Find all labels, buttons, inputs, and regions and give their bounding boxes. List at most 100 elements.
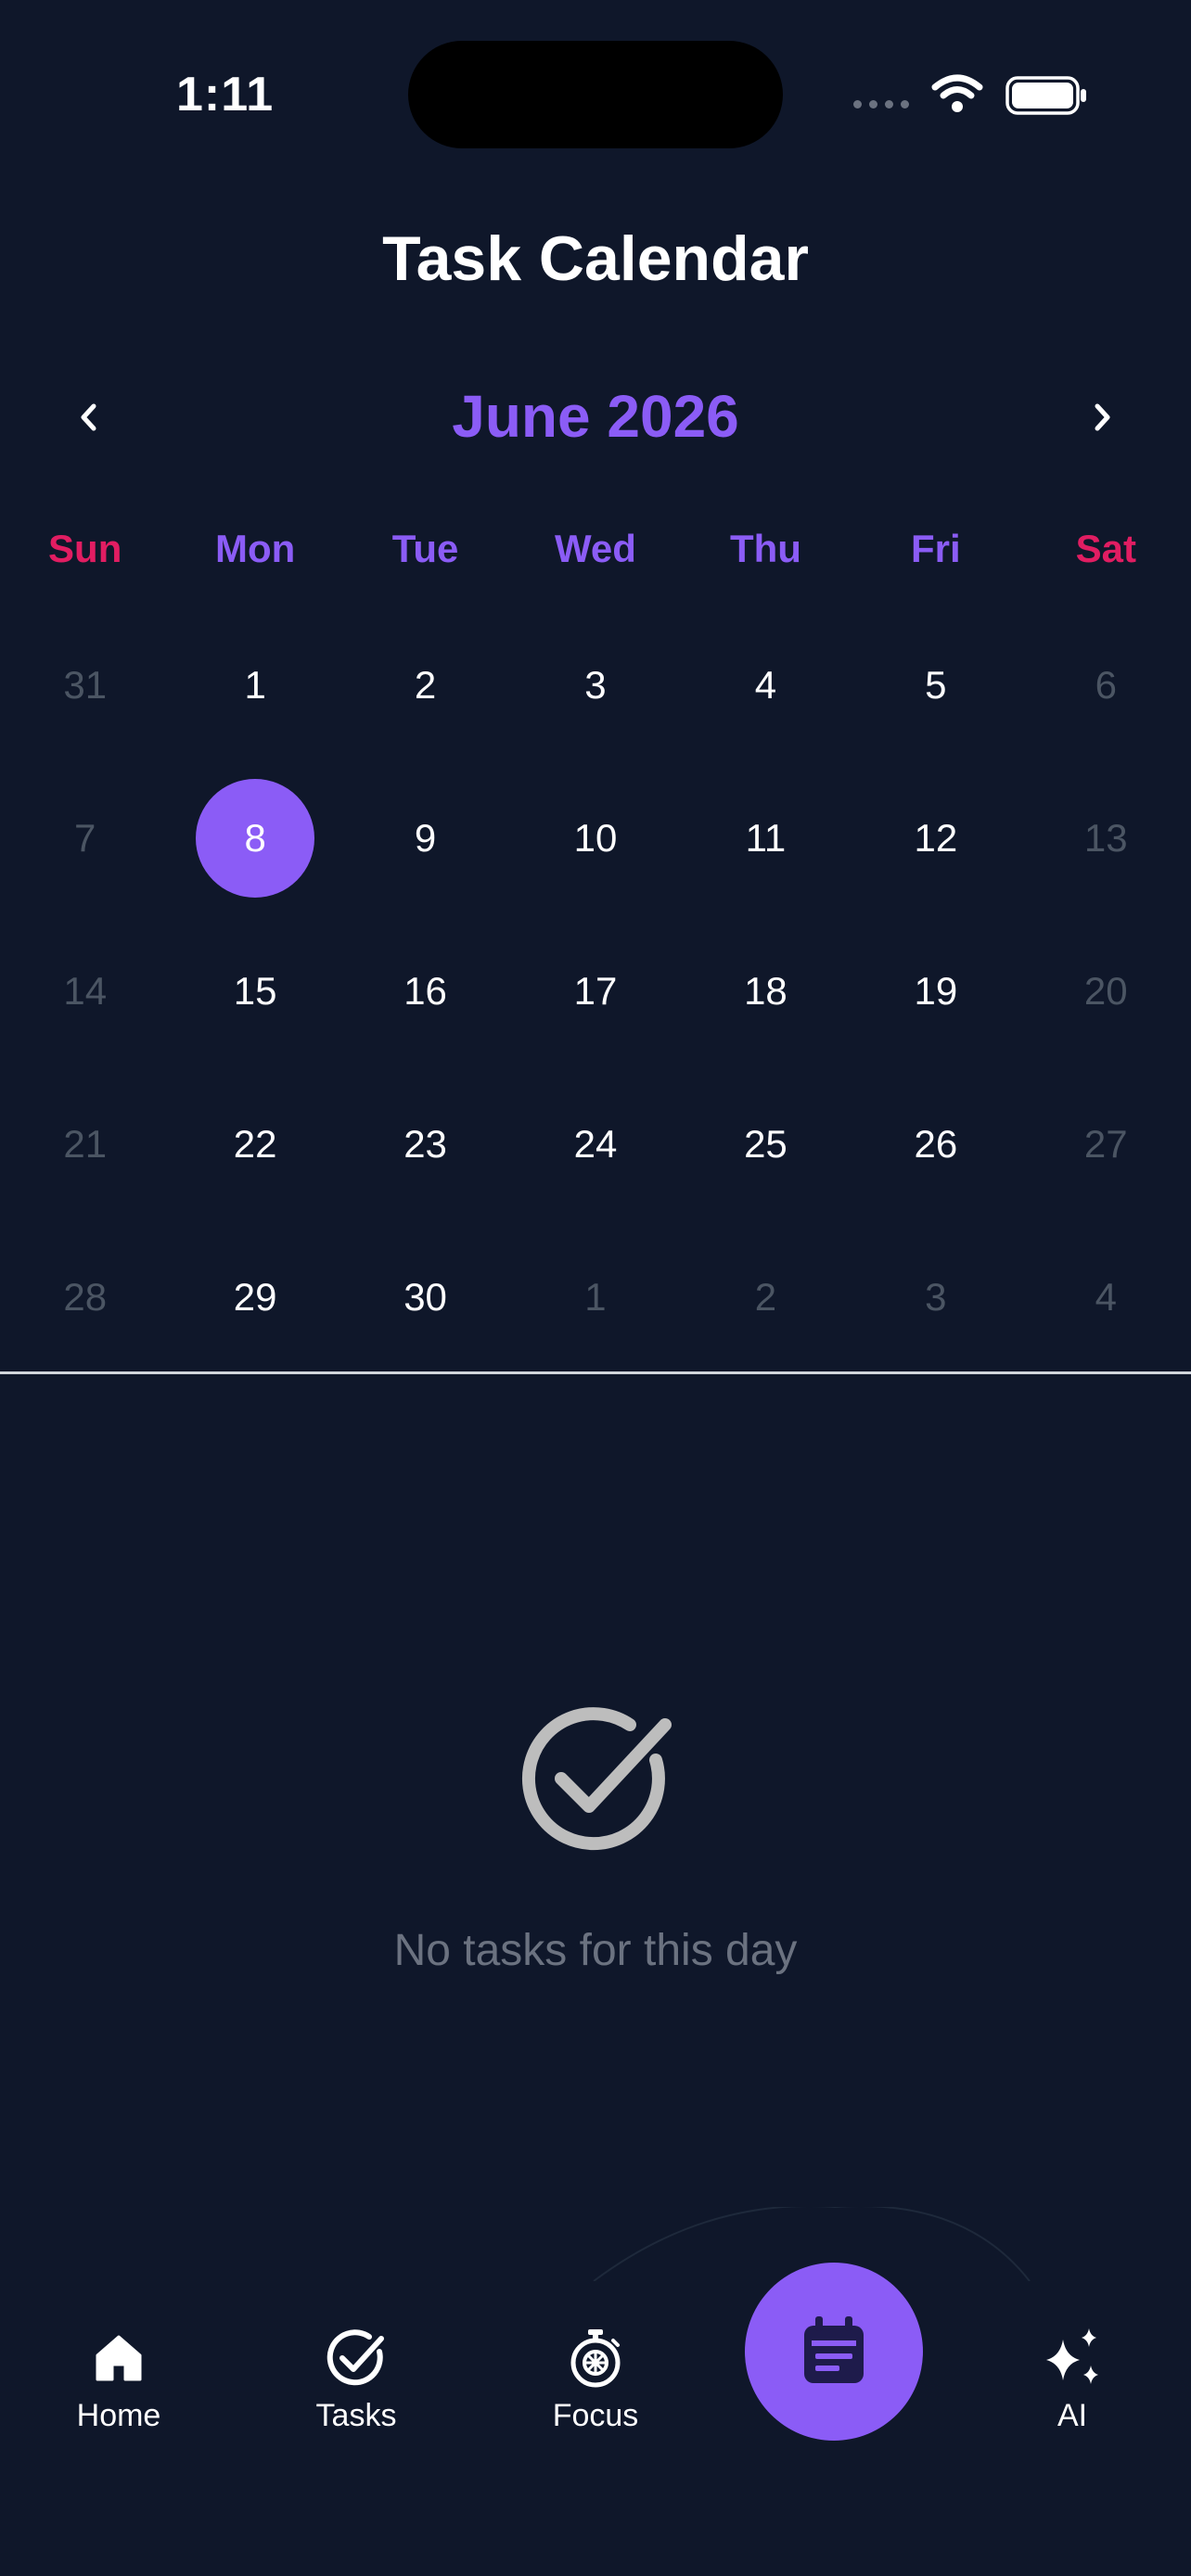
check-circle-outline-icon xyxy=(327,2329,384,2386)
calendar-day[interactable]: 16 xyxy=(340,914,510,1067)
calendar-day[interactable]: 14 xyxy=(0,914,170,1067)
calendar-day[interactable]: 3 xyxy=(510,608,680,761)
calendar-day[interactable]: 10 xyxy=(510,761,680,914)
calendar-day[interactable]: 12 xyxy=(851,761,1020,914)
calendar-day-number: 9 xyxy=(414,815,437,860)
calendar-day-number: 4 xyxy=(754,662,777,707)
weekday-wed: Wed xyxy=(555,527,636,570)
calendar-day-number: 10 xyxy=(573,815,618,860)
calendar-day[interactable]: 15 xyxy=(170,914,339,1067)
calendar-day-number: 25 xyxy=(744,1121,788,1166)
weekday-header-row: Sun Mon Tue Wed Thu Fri Sat xyxy=(0,519,1191,579)
calendar-day[interactable]: 7 xyxy=(0,761,170,914)
calendar-day[interactable]: 30 xyxy=(340,1220,510,1373)
weekday-thu: Thu xyxy=(729,527,801,570)
calendar-day-selected[interactable]: 8 xyxy=(170,761,339,914)
calendar-day[interactable]: 19 xyxy=(851,914,1020,1067)
calendar-day[interactable]: 2 xyxy=(681,1220,851,1373)
calendar-day-number: 1 xyxy=(244,662,266,707)
calendar-day[interactable]: 25 xyxy=(681,1067,851,1220)
next-month-button[interactable] xyxy=(1074,389,1130,445)
calendar-day[interactable]: 22 xyxy=(170,1067,339,1220)
tab-home[interactable]: Home xyxy=(35,2326,202,2434)
calendar-day[interactable]: 23 xyxy=(340,1067,510,1220)
calendar-day-number: 4 xyxy=(1095,1274,1117,1319)
calendar-fab-button[interactable] xyxy=(745,2263,923,2441)
calendar-day[interactable]: 4 xyxy=(1021,1220,1191,1373)
calendar-day[interactable]: 26 xyxy=(851,1067,1020,1220)
calendar-day[interactable]: 28 xyxy=(0,1220,170,1373)
calendar-day-number: 23 xyxy=(403,1121,447,1166)
month-navigation: June 2026 xyxy=(0,371,1191,464)
dynamic-island xyxy=(408,41,783,148)
calendar-day-number: 30 xyxy=(403,1274,447,1319)
calendar-day[interactable]: 21 xyxy=(0,1067,170,1220)
calendar-day-number: 21 xyxy=(63,1121,108,1166)
tab-ai-label: AI xyxy=(1057,2398,1088,2433)
calendar-day-number: 29 xyxy=(233,1274,277,1319)
tab-tasks[interactable]: Tasks xyxy=(273,2326,440,2434)
tab-focus-label: Focus xyxy=(552,2398,639,2433)
calendar-day[interactable]: 13 xyxy=(1021,761,1191,914)
home-icon xyxy=(96,2335,142,2381)
calendar-day[interactable]: 17 xyxy=(510,914,680,1067)
weekday-fri: Fri xyxy=(911,527,961,570)
calendar-day-number: 28 xyxy=(63,1274,108,1319)
calendar-day[interactable]: 2 xyxy=(340,608,510,761)
calendar-day[interactable]: 20 xyxy=(1021,914,1191,1067)
wifi-icon xyxy=(931,74,983,112)
calendar-day-number: 15 xyxy=(233,968,277,1013)
signal-icon xyxy=(853,100,909,108)
empty-state-message: No tasks for this day xyxy=(393,1926,798,1975)
calendar-day-number: 27 xyxy=(1083,1121,1128,1166)
calendar-day-number: 7 xyxy=(74,815,96,860)
calendar-day-number: 1 xyxy=(584,1274,607,1319)
weekday-sun: Sun xyxy=(48,527,122,570)
calendar-day-number: 13 xyxy=(1083,815,1128,860)
calendar-day-number: 20 xyxy=(1083,968,1128,1013)
calendar-day-number: 12 xyxy=(914,815,958,860)
tab-home-label: Home xyxy=(76,2398,161,2433)
weekday-tue: Tue xyxy=(391,527,459,570)
tab-focus[interactable]: Focus xyxy=(512,2326,679,2434)
calendar-day[interactable]: 5 xyxy=(851,608,1020,761)
calendar-day-number: 24 xyxy=(573,1121,618,1166)
calendar-divider xyxy=(0,1371,1191,1374)
calendar-day-number: 3 xyxy=(584,662,607,707)
sparkles-icon xyxy=(1046,2328,1098,2384)
chevron-right-icon xyxy=(1095,403,1110,431)
calendar-day-number: 11 xyxy=(745,815,787,860)
page-title: Task Calendar xyxy=(382,223,809,294)
calendar-day-number: 3 xyxy=(925,1274,947,1319)
calendar-day-number: 26 xyxy=(914,1121,958,1166)
stopwatch-icon xyxy=(570,2329,621,2388)
tabbar-notch-curve xyxy=(593,2207,1031,2281)
calendar-day[interactable]: 1 xyxy=(510,1220,680,1373)
calendar-day[interactable]: 31 xyxy=(0,608,170,761)
calendar-icon xyxy=(804,2316,864,2383)
calendar-day-number: 5 xyxy=(925,662,947,707)
calendar-day[interactable]: 4 xyxy=(681,608,851,761)
calendar-day[interactable]: 11 xyxy=(681,761,851,914)
calendar-day-number: 19 xyxy=(914,968,958,1013)
calendar-day[interactable]: 1 xyxy=(170,608,339,761)
calendar-day[interactable]: 29 xyxy=(170,1220,339,1373)
calendar-day[interactable]: 3 xyxy=(851,1220,1020,1373)
weekday-sat: Sat xyxy=(1075,527,1136,570)
calendar-day[interactable]: 9 xyxy=(340,761,510,914)
month-label: June 2026 xyxy=(452,383,739,450)
calendar-day[interactable]: 6 xyxy=(1021,608,1191,761)
calendar-day[interactable]: 24 xyxy=(510,1067,680,1220)
weekday-mon: Mon xyxy=(214,527,296,570)
calendar-day-number: 8 xyxy=(196,778,315,898)
calendar-day-number: 18 xyxy=(744,968,788,1013)
calendar-days-grid: 31 1 2 3 4 5 6 7 8 9 10 11 12 13 14 15 16 17 18 19 20 21 22 23 2… xyxy=(0,608,1191,1373)
calendar-day[interactable]: 18 xyxy=(681,914,851,1067)
tab-ai[interactable]: AI xyxy=(989,2326,1156,2434)
status-time: 1:11 xyxy=(176,68,275,121)
calendar-day[interactable]: 27 xyxy=(1021,1067,1191,1220)
battery-icon xyxy=(1005,76,1086,115)
calendar-day-number: 31 xyxy=(63,662,108,707)
calendar-day-number: 14 xyxy=(63,968,108,1013)
calendar-day-number: 17 xyxy=(573,968,618,1013)
